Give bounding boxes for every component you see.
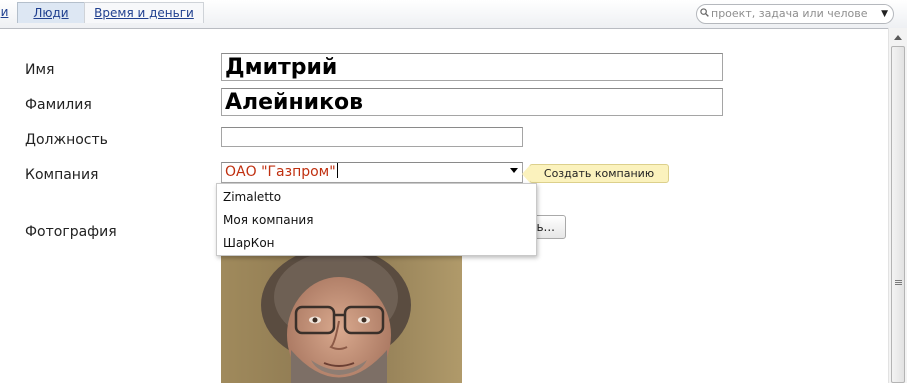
last-name-label: Фамилия: [25, 97, 92, 113]
position-field[interactable]: [221, 127, 523, 147]
create-company-button[interactable]: Создать компанию: [522, 164, 669, 183]
first-name-label: Имя: [25, 62, 55, 78]
photo-label: Фотография: [25, 224, 117, 240]
company-option-sharkon[interactable]: ШарКон: [223, 236, 275, 250]
company-dropdown-list: Zimaletto Моя компания ШарКон: [216, 183, 537, 256]
company-option-my-company[interactable]: Моя компания: [223, 213, 313, 227]
company-select-value: ОАО "Газпром": [225, 163, 338, 180]
search-dropdown-icon[interactable]: ▼: [879, 5, 888, 23]
vertical-scrollbar[interactable]: [888, 28, 907, 383]
scrollbar-thumb[interactable]: [891, 46, 905, 383]
scroll-up-arrow-icon[interactable]: [894, 35, 902, 40]
last-name-field[interactable]: Алейников: [221, 88, 723, 116]
search-icon: [700, 8, 709, 17]
company-label: Компания: [25, 167, 99, 183]
chevron-down-icon[interactable]: [510, 168, 518, 173]
company-select[interactable]: ОАО "Газпром": [221, 162, 523, 183]
search-input[interactable]: проект, задача или челове ▼: [696, 4, 894, 24]
company-option-zimaletto[interactable]: Zimaletto: [223, 190, 281, 204]
tab-partial[interactable]: и: [0, 2, 13, 22]
search-placeholder: проект, задача или челове: [711, 7, 868, 20]
tab-time-and-money[interactable]: Время и деньги: [84, 2, 204, 23]
scrollbar-grip-icon: [895, 280, 902, 286]
position-label: Должность: [25, 132, 108, 148]
top-navigation-bar: и Люди Время и деньги проект, задача или…: [0, 0, 907, 29]
profile-photo: [221, 255, 462, 383]
first-name-field[interactable]: Дмитрий: [221, 53, 723, 81]
tab-people[interactable]: Люди: [17, 2, 85, 23]
